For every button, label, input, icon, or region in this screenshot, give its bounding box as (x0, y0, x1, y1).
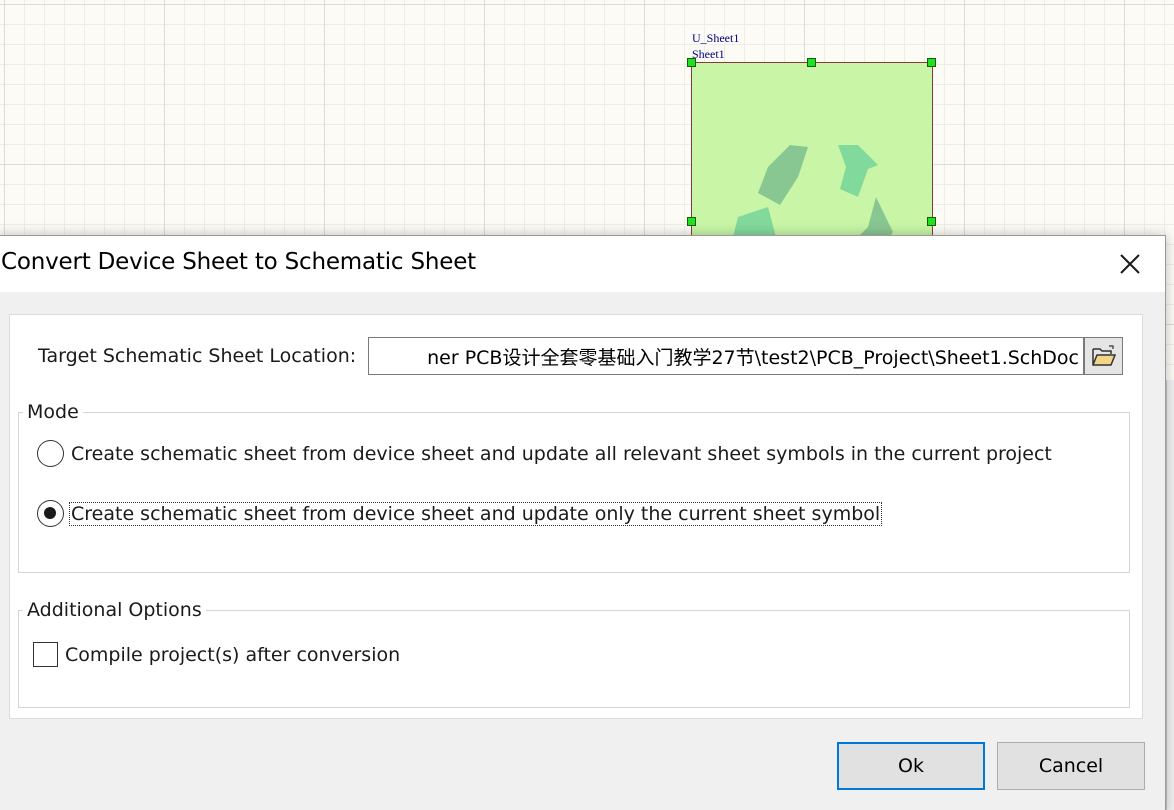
mode-option-label: Create schematic sheet from device sheet… (68, 501, 883, 526)
compile-after-conversion-option[interactable]: Compile project(s) after conversion (33, 642, 400, 667)
radio-button[interactable] (37, 500, 64, 527)
selection-handle[interactable] (687, 58, 696, 67)
selection-handle[interactable] (807, 58, 816, 67)
device-sheet-symbol[interactable] (691, 62, 933, 252)
sheet-symbol-designator: U_Sheet1 (692, 31, 740, 45)
mode-option-update-current[interactable]: Create schematic sheet from device sheet… (37, 500, 883, 527)
cancel-button[interactable]: Cancel (997, 742, 1145, 790)
additional-options-group: Additional Options Compile project(s) af… (18, 598, 1130, 708)
target-location-input[interactable]: ner PCB设计全套零基础入门教学27节\test2\PCB_Project\… (368, 337, 1084, 375)
dialog-content-panel: Target Schematic Sheet Location: ner PCB… (9, 314, 1143, 719)
sheet-symbol-filename: Sheet1 (692, 47, 725, 61)
target-location-value: ner PCB设计全套零基础入门教学27节\test2\PCB_Project\… (427, 346, 1079, 369)
selection-handle[interactable] (927, 217, 936, 226)
mode-option-update-all[interactable]: Create schematic sheet from device sheet… (37, 440, 1053, 467)
dialog-title: Convert Device Sheet to Schematic Sheet (1, 249, 476, 275)
convert-device-sheet-dialog: Convert Device Sheet to Schematic Sheet … (0, 235, 1166, 810)
mode-option-label: Create schematic sheet from device sheet… (71, 442, 1052, 465)
background-panel-edge (1166, 380, 1174, 810)
target-location-label: Target Schematic Sheet Location: (38, 345, 357, 367)
close-button[interactable] (1095, 236, 1165, 292)
close-icon (1120, 254, 1140, 274)
selection-handle[interactable] (927, 58, 936, 67)
mode-group: Mode Create schematic sheet from device … (18, 400, 1130, 573)
radio-button[interactable] (37, 440, 64, 467)
folder-open-icon (1091, 345, 1116, 366)
ok-button[interactable]: Ok (837, 742, 985, 790)
additional-options-legend: Additional Options (23, 598, 206, 622)
dialog-titlebar: Convert Device Sheet to Schematic Sheet (0, 236, 1165, 292)
browse-button[interactable] (1084, 337, 1123, 375)
selection-handle[interactable] (687, 217, 696, 226)
compile-checkbox[interactable] (33, 642, 58, 667)
mode-legend: Mode (23, 400, 83, 424)
compile-label: Compile project(s) after conversion (65, 643, 401, 666)
